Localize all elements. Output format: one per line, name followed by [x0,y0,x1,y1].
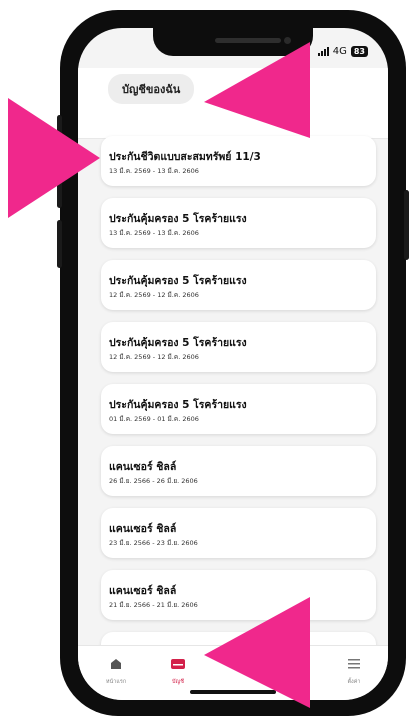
nav-home-label: หน้าแรก [105,679,127,685]
policy-title: ประกันคุ้มครอง 5 โรคร้ายแรง [109,213,247,225]
status-bar: 4G 83 [317,46,368,57]
list-item[interactable]: แคนเซอร์ ชิลล์ 23 มี.ย. 2566 - 23 มี.ย. … [101,508,376,558]
power-button [404,190,409,260]
nav-settings-label: ตั้งค่า [347,679,361,685]
battery-icon: 83 [350,46,368,57]
list-item[interactable]: ประกันคุ้มครอง 5 โรคร้ายแรง 12 มี.ค. 256… [101,260,376,310]
home-icon [111,659,121,669]
policy-title: แคนเซอร์ ชิลล์ [109,461,177,473]
nav-settings[interactable]: ตั้งค่า [334,656,374,686]
policy-dates: 01 มี.ค. 2569 - 01 มี.ค. 2606 [109,415,199,423]
policy-title: ประกันคุ้มครอง 5 โรคร้ายแรง [109,399,247,411]
policy-title: ประกันชีวิตแบบสะสมทรัพย์ 11/3 [109,151,261,163]
arrow-icon [204,42,310,138]
nav-home[interactable]: หน้าแรก [96,656,136,686]
nav-account[interactable]: บัญชี [158,656,198,686]
policy-title: แคนเซอร์ ชิลล์ [109,523,177,535]
nav-account-label: บัญชี [172,679,184,685]
menu-icon [348,659,360,669]
wallet-icon [171,659,185,669]
network-label: 4G [332,46,347,57]
policy-dates: 21 มี.ย. 2566 - 21 มี.ย. 2606 [109,601,198,609]
tab-my-account[interactable]: บัญชีของฉัน [108,74,195,104]
policy-dates: 12 มี.ค. 2569 - 12 มี.ค. 2606 [109,353,199,361]
list-item[interactable]: ประกันคุ้มครอง 5 โรคร้ายแรง 12 มี.ค. 256… [101,322,376,372]
policy-dates: 13 มี.ค. 2569 - 13 มี.ค. 2606 [109,167,199,175]
policy-dates: 13 มี.ค. 2569 - 13 มี.ค. 2606 [109,229,199,237]
volume-down-button [57,220,62,268]
list-item[interactable]: ประกันชีวิตแบบสะสมทรัพย์ 11/3 13 มี.ค. 2… [101,136,376,186]
policy-title: ประกันคุ้มครอง 5 โรคร้ายแรง [109,275,247,287]
policy-dates: 12 มี.ค. 2569 - 12 มี.ค. 2606 [109,291,199,299]
arrow-icon [204,597,310,708]
list-item[interactable]: แคนเซอร์ ชิลล์ 26 มี.ย. 2566 - 26 มี.ย. … [101,446,376,496]
arrow-icon [8,98,100,218]
policy-title: ประกันคุ้มครอง 5 โรคร้ายแรง [109,337,247,349]
policy-dates: 23 มี.ย. 2566 - 23 มี.ย. 2606 [109,539,198,547]
policy-dates: 26 มี.ย. 2566 - 26 มี.ย. 2606 [109,477,198,485]
list-item[interactable]: ประกันคุ้มครอง 5 โรคร้ายแรง 13 มี.ค. 256… [101,198,376,248]
policy-title: แคนเซอร์ ชิลล์ [109,585,177,597]
list-item[interactable]: ประกันคุ้มครอง 5 โรคร้ายแรง 01 มี.ค. 256… [101,384,376,434]
